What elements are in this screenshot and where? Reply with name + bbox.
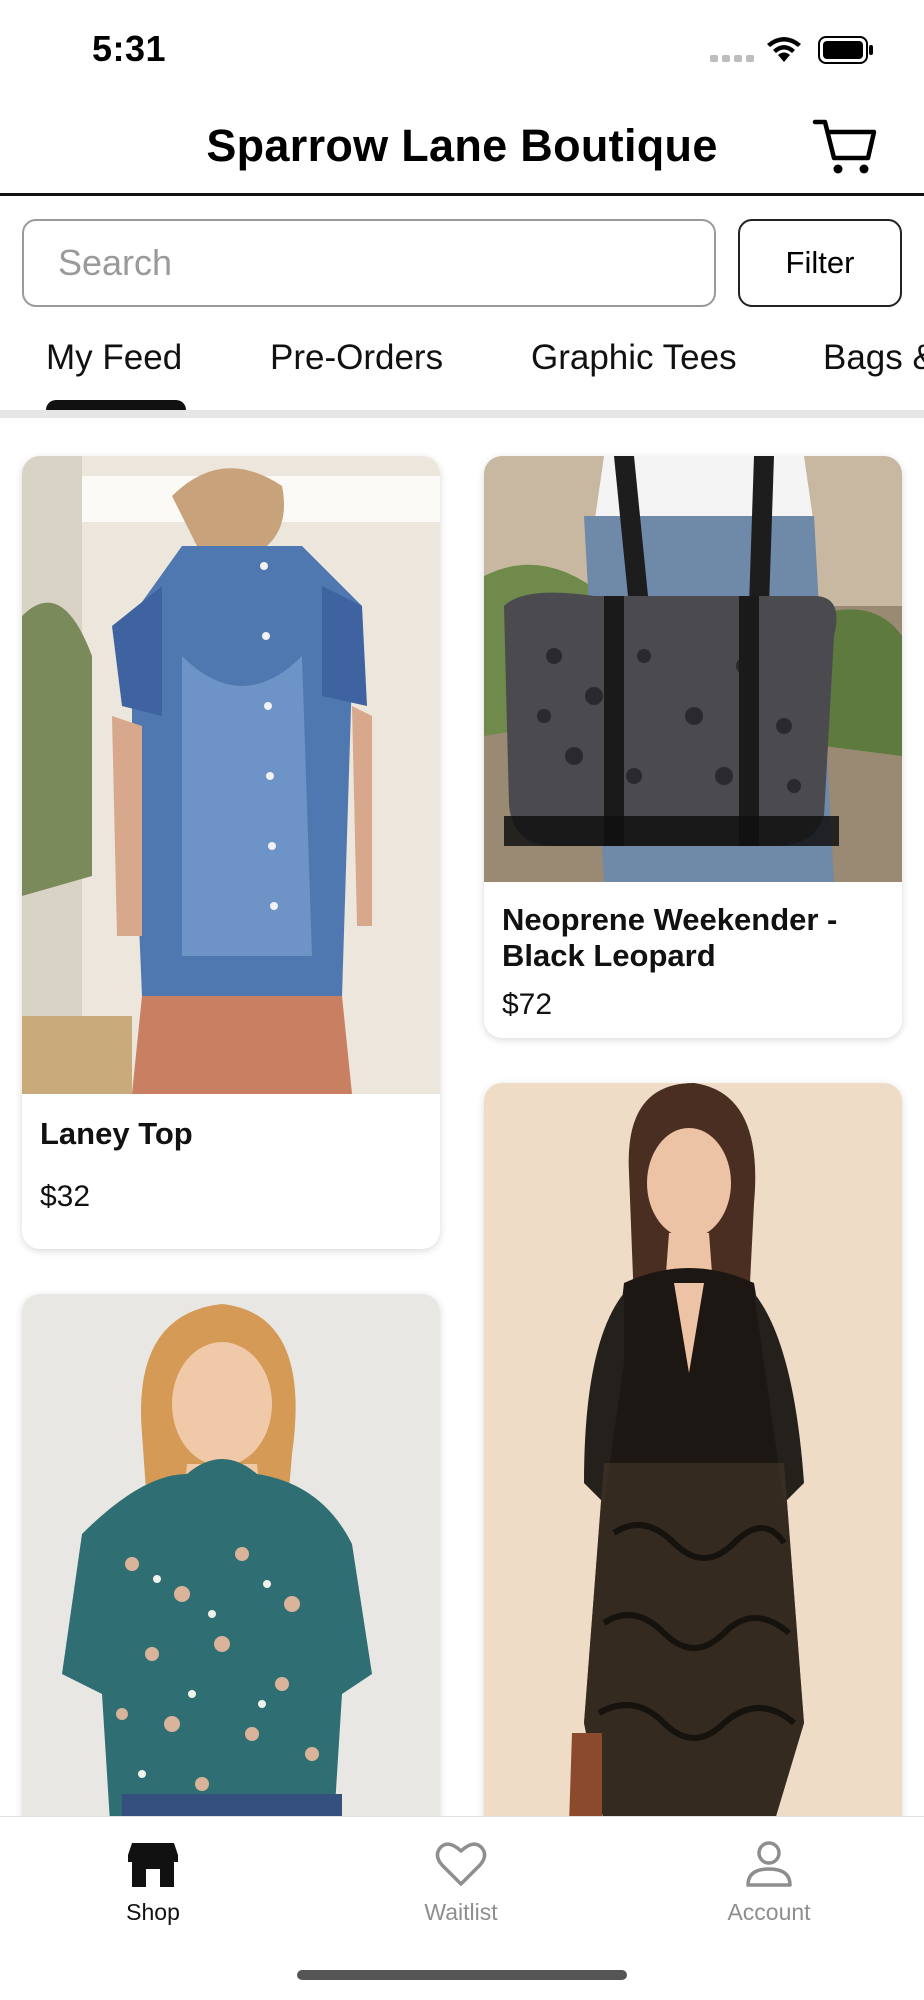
nav-label-account: Account — [727, 1899, 811, 1925]
person-icon — [746, 1841, 792, 1887]
home-indicator[interactable] — [297, 1970, 627, 1980]
signal-icon — [710, 55, 754, 62]
product-image[interactable] — [22, 1294, 440, 1854]
product-image[interactable] — [22, 456, 440, 1094]
product-card-lace-dress[interactable] — [484, 1083, 902, 1855]
store-title: Sparrow Lane Boutique — [206, 120, 718, 171]
tab-pre-orders[interactable]: Pre-Orders — [270, 338, 443, 378]
product-image[interactable] — [484, 1083, 902, 1855]
product-card-floral-blouse[interactable] — [22, 1294, 440, 1854]
status-bar: 5:31 — [0, 0, 924, 100]
product-title: Laney Top — [40, 1116, 193, 1151]
product-card-neoprene-weekender[interactable]: Neoprene Weekender - Black Leopard $72 — [484, 456, 902, 1038]
app-header: Sparrow Lane Boutique — [0, 100, 924, 196]
product-price: $32 — [40, 1180, 91, 1213]
nav-label-shop: Shop — [126, 1899, 180, 1925]
tab-graphic-tees[interactable]: Graphic Tees — [531, 338, 737, 378]
nav-waitlist[interactable]: Waitlist — [361, 1839, 561, 1926]
tab-bags[interactable]: Bags & — [823, 338, 924, 378]
product-card-laney-top[interactable]: Laney Top $32 — [22, 456, 440, 1249]
status-time: 5:31 — [92, 28, 167, 69]
cart-icon[interactable] — [812, 116, 878, 178]
nav-label-waitlist: Waitlist — [424, 1899, 498, 1925]
tab-my-feed[interactable]: My Feed — [46, 338, 182, 378]
heart-icon — [435, 1842, 487, 1886]
product-price: $72 — [502, 988, 553, 1021]
product-image[interactable] — [484, 456, 902, 882]
category-tabs: My Feed Pre-Orders Graphic Tees Bags & — [0, 324, 924, 418]
search-input[interactable] — [22, 219, 716, 307]
filter-button[interactable]: Filter — [738, 219, 902, 307]
nav-shop[interactable]: Shop — [53, 1839, 253, 1926]
product-title: Neoprene Weekender - Black Leopard — [502, 902, 838, 973]
nav-account[interactable]: Account — [669, 1839, 869, 1926]
battery-icon — [818, 36, 873, 64]
store-icon — [128, 1843, 178, 1887]
wifi-icon — [767, 37, 801, 62]
tab-selected-indicator — [46, 400, 186, 410]
